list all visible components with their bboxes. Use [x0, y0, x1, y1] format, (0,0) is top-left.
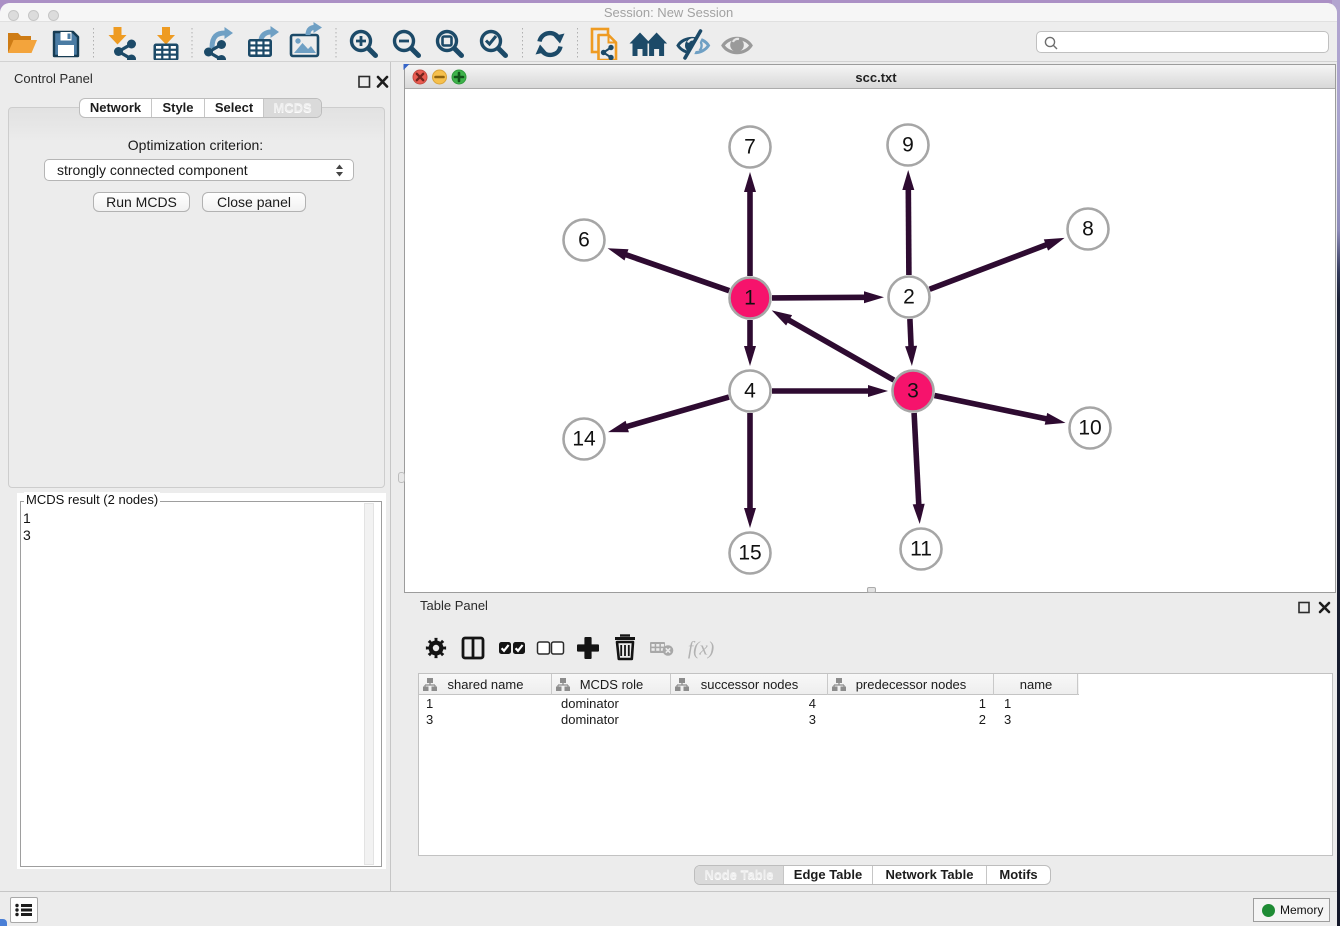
svg-text:8: 8: [1082, 218, 1094, 241]
svg-text:1: 1: [744, 287, 756, 310]
svg-text:6: 6: [578, 229, 590, 252]
svg-text:14: 14: [572, 428, 596, 451]
svg-text:11: 11: [910, 538, 932, 561]
svg-text:9: 9: [902, 134, 914, 157]
svg-text:3: 3: [907, 380, 919, 403]
svg-text:7: 7: [744, 136, 756, 159]
svg-text:f(x): f(x): [688, 639, 714, 660]
svg-text:10: 10: [1078, 417, 1101, 440]
svg-text:4: 4: [744, 380, 756, 403]
svg-text:2: 2: [903, 286, 915, 309]
svg-text:15: 15: [738, 542, 761, 565]
